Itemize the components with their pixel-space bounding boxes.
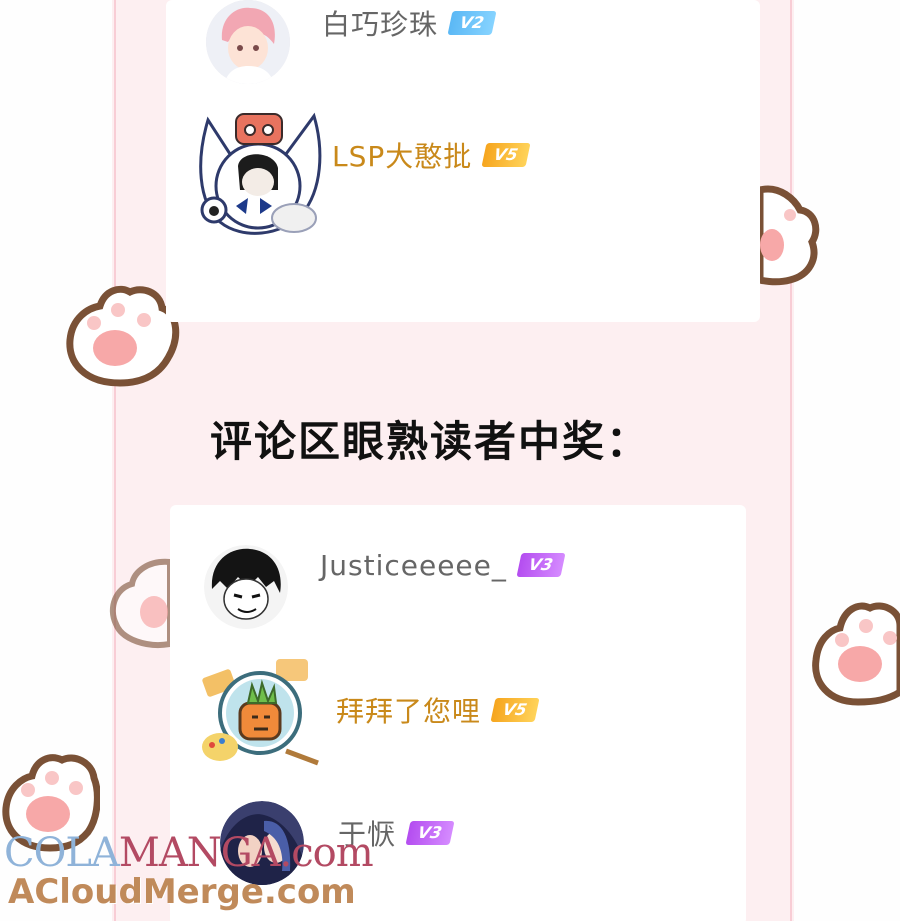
level-badge: V2: [447, 11, 497, 35]
strip-border-left: [114, 0, 116, 921]
pink-hair-boy-avatar[interactable]: [206, 0, 290, 84]
page: 白巧珍珠 V2 LSP大憨批 V5 评论区眼熟读者中奖： Justiceeeee…: [0, 0, 900, 921]
username[interactable]: Justiceeeee_: [320, 549, 507, 582]
paw-print-icon: [66, 285, 180, 387]
user-row[interactable]: Justiceeeee_ V3: [204, 545, 565, 629]
cat-frame-avatar[interactable]: [190, 110, 326, 246]
level-badge: V3: [405, 821, 455, 845]
user-row[interactable]: 拜拜了您哩 V5: [196, 655, 540, 771]
user-row[interactable]: 白巧珍珠 V2: [206, 0, 497, 84]
username[interactable]: LSP大憨批: [332, 135, 472, 175]
paw-print-icon: [760, 185, 820, 286]
watermark-part: .com: [279, 830, 374, 876]
watermark-part: MANGA: [118, 830, 281, 876]
level-badge: V5: [490, 698, 540, 722]
watermark-acloudmerge: ACloudMerge.com: [8, 872, 356, 912]
carrot-frame-avatar[interactable]: [196, 655, 326, 771]
paw-print-icon: [812, 602, 900, 706]
watermark-colamanga: COLAMANGA.com: [4, 830, 374, 876]
winner-card-top: 白巧珍珠 V2 LSP大憨批 V5: [166, 0, 760, 322]
level-badge: V5: [481, 143, 531, 167]
username[interactable]: 拜拜了您哩: [336, 690, 481, 730]
black-hair-boy-avatar[interactable]: [204, 545, 288, 629]
strip-border-right: [790, 0, 792, 921]
level-badge: V3: [516, 553, 565, 577]
watermark-part: COLA: [4, 830, 120, 876]
paw-print-icon: [109, 558, 170, 648]
section-heading: 评论区眼熟读者中奖：: [210, 417, 651, 466]
username[interactable]: 白巧珍珠: [322, 3, 438, 43]
user-row[interactable]: LSP大憨批 V5: [190, 110, 531, 246]
